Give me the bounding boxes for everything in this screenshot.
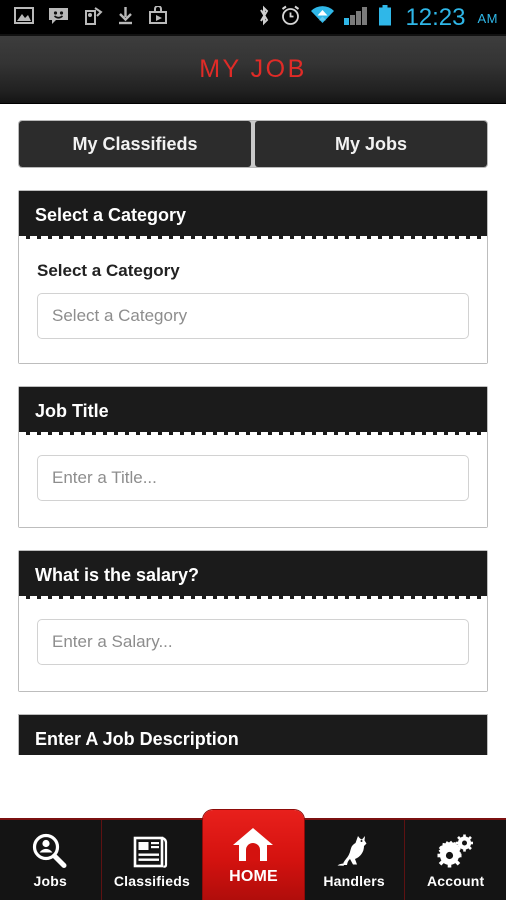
battery-icon [378, 5, 392, 31]
card-job-title: Job Title Enter a Title... [18, 386, 488, 528]
card-title: Job Title [35, 400, 109, 421]
card-header-salary: What is the salary? [19, 551, 487, 599]
newspaper-icon [132, 831, 172, 869]
app-root: 12:23 AM MY JOB My Classifieds My Jobs S… [0, 0, 506, 900]
tab-my-classifieds[interactable]: My Classifieds [19, 121, 251, 167]
nav-label: Handlers [323, 873, 385, 889]
nav-label: Account [426, 873, 485, 889]
job-title-input[interactable]: Enter a Title... [37, 455, 469, 501]
card-title: Select a Category [35, 204, 187, 225]
card-header-dashed-divider [19, 432, 487, 435]
field-label-category: Select a Category [37, 261, 180, 280]
card-body-salary: Enter a Salary... [19, 599, 487, 691]
tab-bar: My Classifieds My Jobs [18, 120, 488, 168]
alarm-clock-icon [280, 5, 301, 31]
nav-item-classifieds[interactable]: Classifieds [101, 820, 204, 900]
salary-input[interactable]: Enter a Salary... [37, 619, 469, 665]
cellular-signal-icon [344, 6, 369, 30]
lock-tag-icon [83, 6, 103, 30]
scroll-content[interactable]: My Classifieds My Jobs Select a Category… [0, 104, 506, 822]
nav-label: HOME [229, 868, 278, 885]
tab-my-jobs[interactable]: My Jobs [255, 121, 487, 167]
card-header-dashed-divider [19, 596, 487, 599]
store-bag-icon [148, 5, 168, 30]
status-bar-left-icons [14, 5, 168, 30]
card-header-select-category: Select a Category [19, 191, 487, 239]
card-title: Enter A Job Description [35, 729, 239, 749]
page-title: MY JOB [199, 55, 307, 83]
doghouse-icon [231, 824, 275, 864]
card-salary: What is the salary? Enter a Salary... [18, 550, 488, 692]
card-body-job-title: Enter a Title... [19, 435, 487, 527]
status-bar: 12:23 AM [0, 0, 506, 36]
wifi-icon [310, 6, 335, 30]
bottom-navigation-bar: Jobs Classifieds HOME Handlers Account [0, 810, 506, 900]
card-header-job-description: Enter A Job Description [19, 715, 487, 755]
nav-label: Jobs [33, 873, 68, 889]
status-bar-right-icons: 12:23 AM [257, 5, 498, 31]
dog-icon [334, 831, 374, 869]
card-job-description: Enter A Job Description [18, 714, 488, 755]
card-header-dashed-divider [19, 236, 487, 239]
card-body-select-category: Select a Category Select a Category [19, 239, 487, 363]
card-title: What is the salary? [35, 564, 200, 585]
app-title-bar: MY JOB [0, 36, 506, 104]
status-bar-clock: 12:23 [405, 4, 466, 31]
person-search-icon [31, 831, 69, 869]
nav-item-home[interactable]: HOME [203, 810, 304, 900]
card-header-job-title: Job Title [19, 387, 487, 435]
bluetooth-icon [257, 5, 271, 31]
message-smiley-icon [48, 7, 69, 30]
nav-item-handlers[interactable]: Handlers [303, 820, 406, 900]
photo-icon [14, 7, 34, 29]
nav-item-account[interactable]: Account [405, 820, 506, 900]
card-select-category: Select a Category Select a Category Sele… [18, 190, 488, 364]
nav-item-jobs[interactable]: Jobs [0, 820, 102, 900]
nav-label: Classifieds [113, 873, 190, 889]
category-select-input[interactable]: Select a Category [37, 293, 469, 339]
download-icon [117, 6, 134, 30]
gears-icon [436, 831, 476, 869]
status-bar-meridiem: AM [477, 10, 498, 26]
